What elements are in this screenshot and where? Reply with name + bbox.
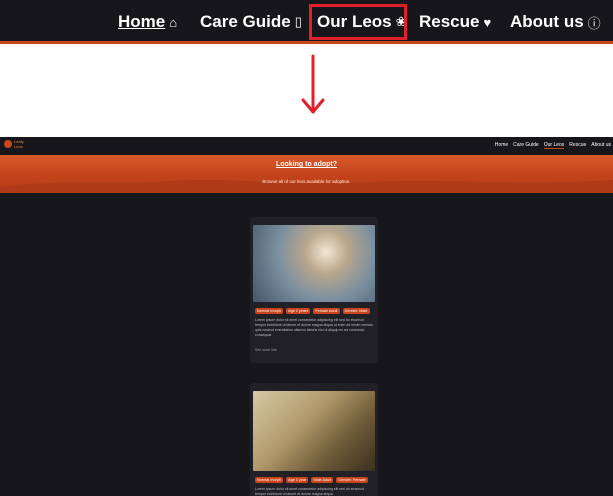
nav-rescue-label: Rescue [419, 12, 480, 31]
tag: Normal morph [255, 308, 284, 314]
mini-nav-home[interactable]: Home [495, 142, 508, 149]
brand-name: Leafy Leos [14, 139, 24, 149]
mini-nav-care[interactable]: Care Guide [513, 142, 539, 149]
nav-home[interactable]: Home ⌂ [118, 10, 177, 34]
info-icon: ⓘ [587, 15, 601, 31]
tag: Female Adult [313, 308, 340, 314]
nav-care-guide[interactable]: Care Guide ▯ [200, 10, 302, 34]
mini-nav-leos[interactable]: Our Leos [543, 142, 565, 149]
nav-about-label: About us [510, 12, 584, 31]
hills-decoration [0, 180, 613, 193]
tag: Gender: Female [336, 477, 368, 483]
leo-card[interactable]: Normal morph Age 1 year Male Adult Gende… [250, 383, 378, 496]
banner-subtitle: Browse all of our leos available for ado… [262, 179, 351, 184]
tag: Male Adult [311, 477, 334, 483]
gecko-photo [253, 225, 375, 302]
tag-list: Normal morph Age 2 years Female Adult Ge… [255, 308, 370, 314]
tag: Gender: Male [342, 308, 370, 314]
card-description: Lorem ipsum dolor sit amet consectetur a… [255, 487, 364, 496]
red-arrow-icon [301, 54, 325, 114]
nav-care-label: Care Guide [200, 12, 291, 31]
hand-heart-icon: ♥ [483, 14, 492, 30]
book-icon: ▯ [294, 14, 302, 29]
highlight-box [309, 4, 407, 40]
gecko-photo [253, 391, 375, 471]
mini-nav-links: Home Care Guide Our Leos Rescue About us [495, 142, 611, 149]
nav-home-label: Home [118, 12, 166, 31]
see-more-link[interactable]: See more info [255, 348, 277, 352]
hero-banner: Looking to adopt? Browse all of our leos… [0, 155, 613, 193]
tag: Age 1 year [286, 477, 309, 483]
tag: Age 2 years [286, 308, 311, 314]
tag-list: Normal morph Age 1 year Male Adult Gende… [255, 477, 368, 483]
zoomed-navbar: Home ⌂ Care Guide ▯ Our Leos ❀ Rescue ♥ … [0, 0, 613, 44]
home-icon: ⌂ [169, 14, 178, 30]
leo-card[interactable]: Normal morph Age 2 years Female Adult Ge… [250, 217, 378, 363]
mini-nav-about[interactable]: About us [591, 142, 611, 149]
tag: Normal morph [255, 477, 284, 483]
page-screenshot: Leafy Leos Home Care Guide Our Leos Resc… [0, 137, 613, 496]
mini-navbar: Leafy Leos Home Care Guide Our Leos Resc… [0, 137, 613, 155]
logo-icon [4, 140, 12, 148]
card-description: Lorem ipsum dolor sit amet consectetur a… [255, 318, 373, 337]
nav-about[interactable]: About us ⓘ [510, 10, 601, 34]
nav-rescue[interactable]: Rescue ♥ [419, 10, 491, 34]
mini-nav-rescue[interactable]: Rescue [569, 142, 586, 149]
banner-title[interactable]: Looking to adopt? [0, 161, 613, 168]
